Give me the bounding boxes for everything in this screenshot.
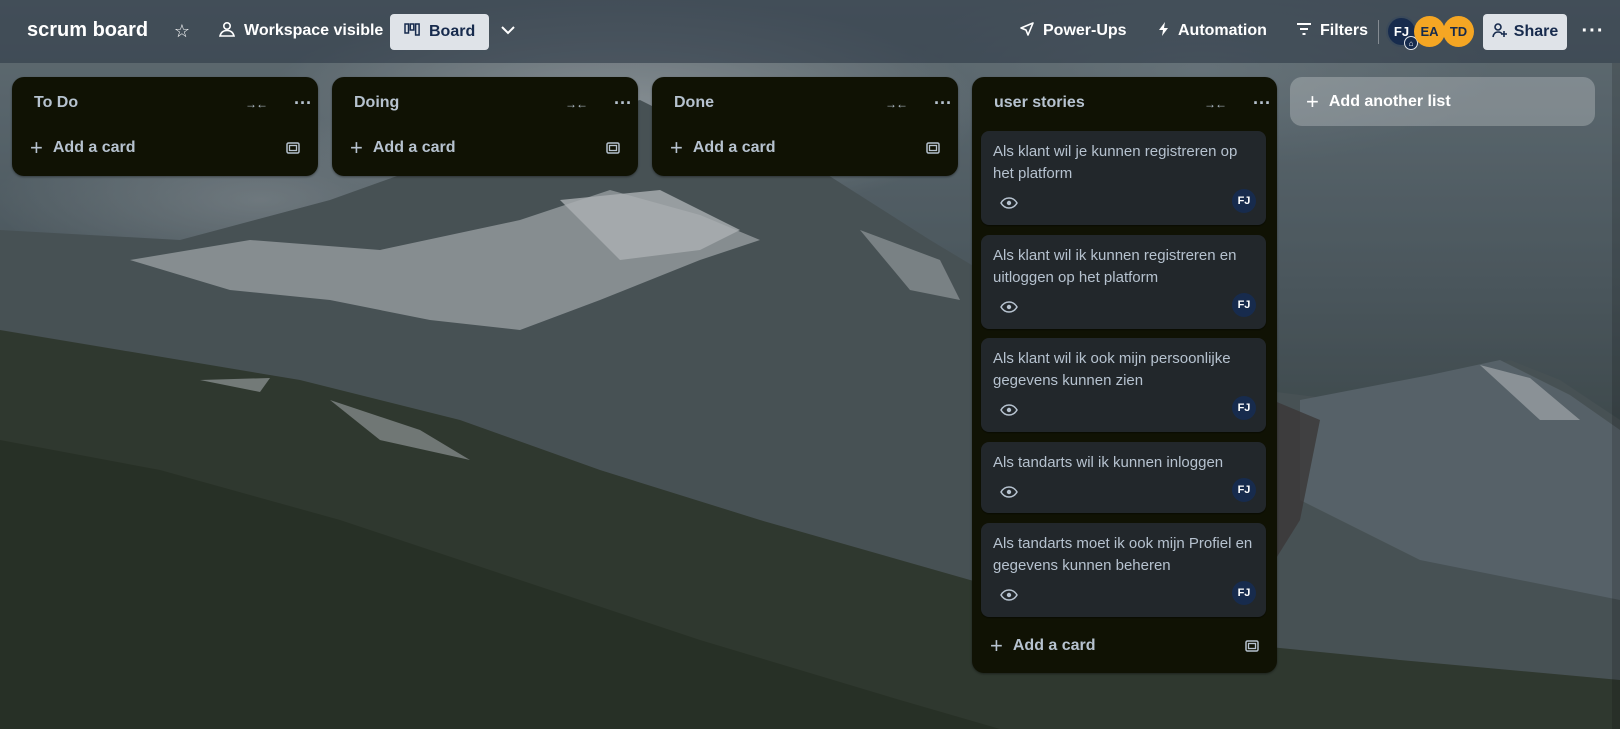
collapse-icon[interactable]: →← (244, 94, 268, 114)
add-list-button[interactable]: + Add another list (1290, 77, 1595, 126)
collapse-icon[interactable]: →← (564, 94, 588, 114)
filters-label: Filters (1320, 22, 1369, 39)
filters-button[interactable]: Filters (1296, 16, 1368, 46)
automation-label: Automation (1178, 22, 1267, 39)
plus-icon: + (990, 633, 1003, 658)
member-avatar[interactable]: EA (1414, 16, 1445, 47)
plus-icon: + (30, 135, 43, 160)
board-title[interactable]: scrum board (27, 19, 148, 42)
collapse-icon[interactable]: →← (884, 94, 908, 114)
template-icon[interactable] (1241, 635, 1263, 657)
add-card-label: Add a card (372, 139, 456, 156)
card-title: Als tandarts moet ik ook mijn Profiel en… (993, 535, 1253, 574)
collapse-icon[interactable]: →← (1203, 94, 1227, 114)
ellipsis-icon: ··· (614, 92, 632, 113)
plus-icon: + (350, 135, 363, 160)
ellipsis-icon: ··· (1581, 19, 1605, 42)
member-avatar[interactable]: FJ (1232, 293, 1256, 317)
template-icon[interactable] (602, 137, 624, 159)
board-icon (404, 22, 420, 42)
card[interactable]: Als klant wil ik ook mijn persoonlijke g… (981, 338, 1266, 432)
card-title: Als klant wil ik kunnen registreren en u… (993, 247, 1237, 286)
bolt-icon (1158, 21, 1170, 42)
card-title: Als klant wil je kunnen registreren op h… (993, 143, 1238, 182)
list-title[interactable]: Done (674, 94, 714, 112)
list-title[interactable]: user stories (994, 94, 1085, 112)
filter-icon (1296, 22, 1312, 41)
eye-icon (999, 587, 1019, 603)
list-menu-button[interactable]: ··· (290, 92, 316, 114)
add-card-label: Add a card (692, 139, 776, 156)
eye-icon (999, 484, 1019, 500)
card-title: Als klant wil ik ook mijn persoonlijke g… (993, 350, 1231, 389)
people-icon (218, 21, 236, 42)
list-doing: Doing →← ··· + Add a card (332, 77, 638, 176)
list-user-stories: user stories →← ··· Als klant wil je kun… (972, 77, 1277, 673)
list-menu-button[interactable]: ··· (610, 92, 636, 114)
template-icon[interactable] (282, 137, 304, 159)
ellipsis-icon: ··· (294, 92, 312, 113)
board-header: scrum board ☆ Workspace visible Board Po… (0, 0, 1620, 63)
list-done: Done →← ··· + Add a card (652, 77, 958, 176)
member-avatar[interactable]: TD (1443, 16, 1474, 47)
share-button[interactable]: Share (1483, 14, 1567, 50)
list-to-do: To Do →← ··· + Add a card (12, 77, 318, 176)
card[interactable]: Als klant wil ik kunnen registreren en u… (981, 235, 1266, 329)
member-avatar[interactable]: FJ (1232, 478, 1256, 502)
visibility-label: Workspace visible (244, 22, 384, 39)
card[interactable]: Als tandarts wil ik kunnen inloggen FJ (981, 442, 1266, 513)
eye-icon (999, 299, 1019, 315)
chevron-down-icon (500, 22, 516, 40)
list-title[interactable]: To Do (34, 94, 78, 112)
rocket-icon (1019, 21, 1035, 42)
star-button[interactable]: ☆ (171, 16, 193, 46)
list-title[interactable]: Doing (354, 94, 399, 112)
plus-icon: + (1306, 88, 1319, 114)
member-avatar[interactable]: FJ (1232, 189, 1256, 213)
card-title: Als tandarts wil ik kunnen inloggen (993, 454, 1224, 471)
member-avatar[interactable]: FJ (1232, 396, 1256, 420)
star-icon: ☆ (173, 20, 191, 41)
ellipsis-icon: ··· (934, 92, 952, 113)
powerups-button[interactable]: Power-Ups (1019, 16, 1127, 46)
header-divider (1378, 20, 1379, 44)
powerups-label: Power-Ups (1043, 22, 1127, 39)
member-avatar[interactable]: FJ (1232, 581, 1256, 605)
visibility-button[interactable]: Workspace visible (218, 16, 383, 46)
list-menu-button[interactable]: ··· (930, 92, 956, 114)
share-label: Share (1513, 23, 1559, 40)
add-card-label: Add a card (1012, 637, 1096, 654)
list-menu-button[interactable]: ··· (1249, 92, 1275, 114)
add-card-button[interactable]: + Add a card (350, 135, 456, 161)
horizontal-scroll-track[interactable] (1612, 63, 1620, 729)
card[interactable]: Als klant wil je kunnen registreren op h… (981, 131, 1266, 225)
add-list-label: Add another list (1328, 92, 1451, 110)
add-card-button[interactable]: + Add a card (990, 633, 1096, 659)
view-switcher-button[interactable]: Board (390, 14, 490, 50)
card[interactable]: Als tandarts moet ik ook mijn Profiel en… (981, 523, 1266, 617)
automation-button[interactable]: Automation (1158, 16, 1267, 46)
eye-icon (999, 195, 1019, 211)
plus-icon: + (670, 135, 683, 160)
view-label: Board (429, 23, 476, 40)
board-menu-button[interactable]: ··· (1580, 16, 1606, 46)
template-icon[interactable] (922, 137, 944, 159)
add-card-button[interactable]: + Add a card (30, 135, 136, 161)
ellipsis-icon: ··· (1253, 92, 1271, 113)
add-card-button[interactable]: + Add a card (670, 135, 776, 161)
add-card-label: Add a card (52, 139, 136, 156)
views-dropdown-button[interactable] (498, 16, 518, 46)
eye-icon (999, 402, 1019, 418)
add-person-icon (1491, 22, 1508, 43)
